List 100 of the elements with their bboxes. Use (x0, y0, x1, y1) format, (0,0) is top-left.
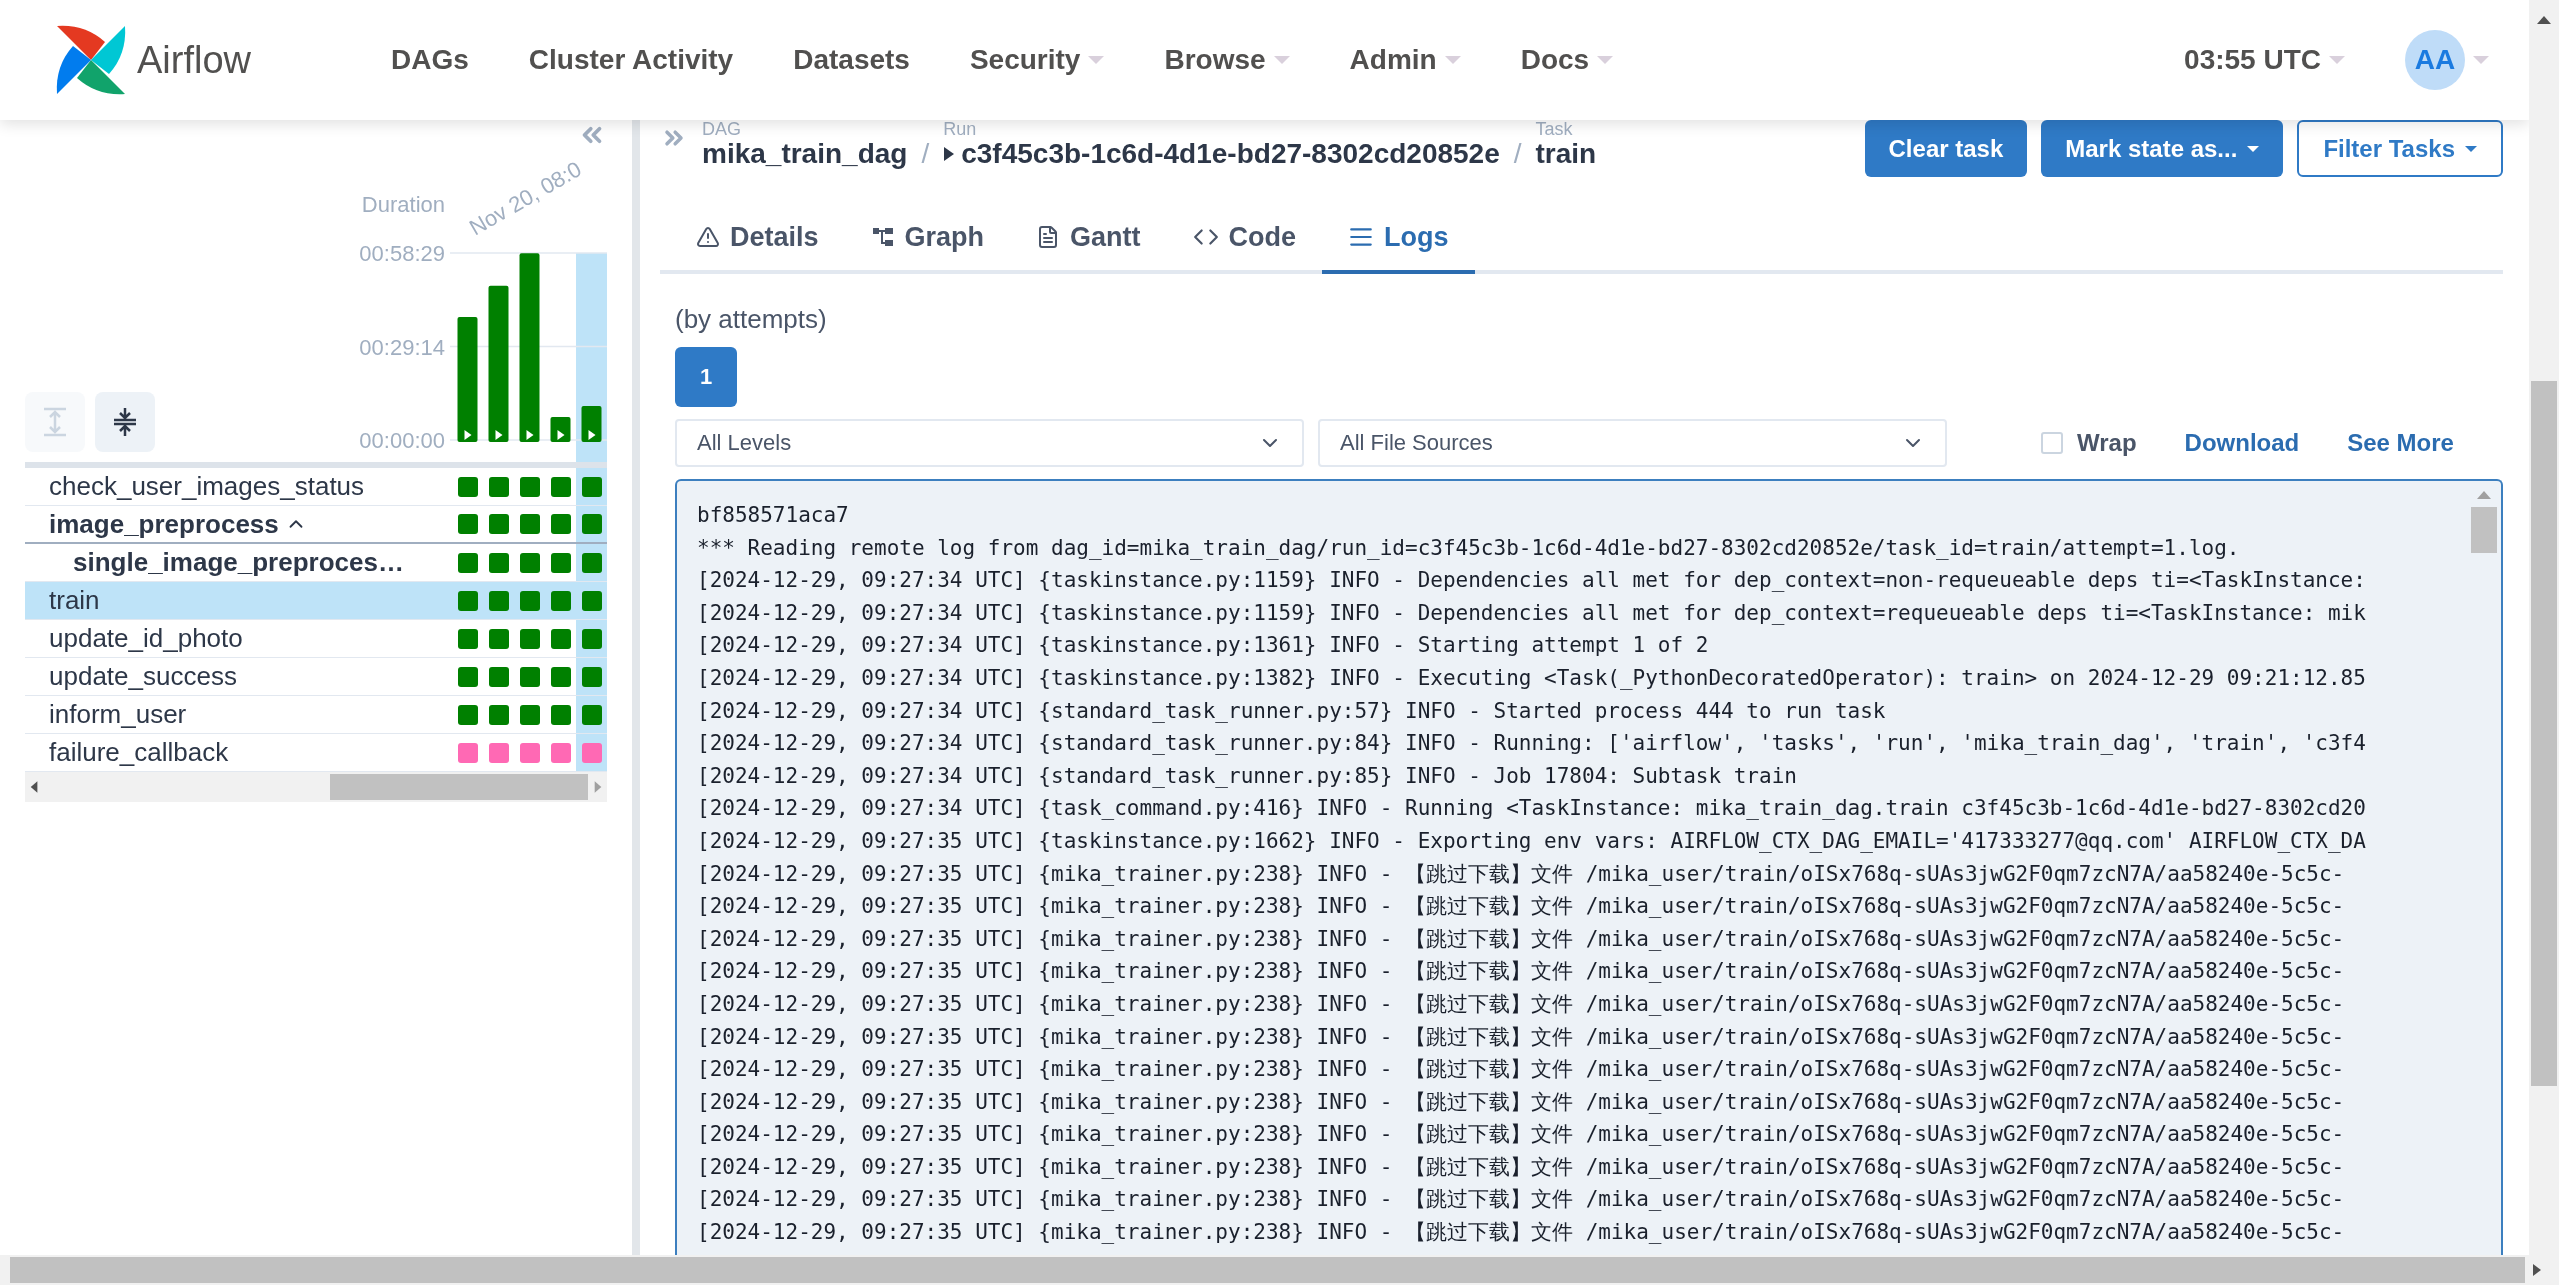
task-status-square[interactable] (519, 552, 540, 573)
collapse-icon (112, 407, 138, 437)
task-status-square[interactable] (488, 628, 509, 649)
task-row[interactable]: check_user_images_status (25, 468, 607, 506)
task-status-square[interactable] (488, 742, 509, 763)
play-icon (464, 430, 472, 440)
task-status-square[interactable] (457, 628, 478, 649)
level-select[interactable]: All Levels (675, 419, 1304, 467)
log-line: [2024-12-29, 09:27:35 UTC] {mika_trainer.py:238} INFO - 【跳过下载】文件 /mika_user/train/oISx768q-sUAs3jwG2F0qm7zcN7A/aa58240e-5c5c- (697, 1153, 2346, 1181)
log-line: [2024-12-29, 09:27:35 UTC] {mika_trainer.py:238} INFO - 【跳过下载】文件 /mika_user/train/oISx768q-sUAs3jwG2F0qm7zcN7A/aa58240e-5c5c- (697, 958, 2346, 986)
horizontal-scrollbar[interactable] (25, 772, 607, 802)
task-status-square[interactable] (581, 590, 602, 611)
duration-bar[interactable] (457, 316, 478, 442)
nav-link[interactable]: Browse (1164, 44, 1290, 76)
log-line: [2024-12-29, 09:27:35 UTC] {mika_trainer.py:238} INFO - 【跳过下载】文件 /mika_user/train/oISx768q-sUAs3jwG2F0qm7zcN7A/aa58240e-5c5c- (697, 1088, 2346, 1116)
attempts-label: (by attempts) (675, 304, 828, 335)
task-status-square[interactable] (488, 476, 509, 497)
breadcrumb-link[interactable]: c3f45c3b-1c6d-4d1e-bd27-8302cd20852e (961, 138, 1500, 170)
log-line: [2024-12-29, 09:27:35 UTC] {mika_trainer.py:238} INFO - 【跳过下载】文件 /mika_user/train/oISx768q-sUAs3jwG2F0qm7zcN7A/aa58240e-5c5c- (697, 1186, 2346, 1214)
selected-task-row[interactable]: train (25, 582, 607, 620)
task-status-square[interactable] (488, 514, 509, 534)
scrollbar-thumb[interactable] (330, 774, 588, 800)
duration-bar[interactable] (488, 285, 509, 442)
y-tick-label: 00:29:14 (359, 334, 445, 360)
task-status-square[interactable] (581, 666, 602, 687)
task-status-square[interactable] (581, 704, 602, 725)
task-status-square[interactable] (519, 666, 540, 687)
nav-link[interactable]: Cluster Activity (528, 44, 734, 76)
action-button[interactable]: Clear task (1864, 120, 2028, 177)
expand-icon (42, 407, 68, 437)
log-line: [2024-12-29, 09:27:34 UTC] {task_command.py:416} INFO - Running <TaskInstance: mika_train_dag.train c3f45c3b-1c6d-4d1e-bd27-8302cd20 (697, 795, 2367, 823)
task-status-square[interactable] (519, 476, 540, 497)
tab[interactable]: Code (1166, 204, 1323, 274)
task-status-square[interactable] (550, 552, 571, 573)
y-tick-label: 00:00:00 (359, 428, 445, 453)
action-button[interactable]: Filter Tasks (2297, 120, 2503, 177)
task-status-square[interactable] (519, 628, 540, 649)
task-row[interactable]: update_id_photo (25, 620, 607, 658)
nav-link[interactable]: Docs (1520, 44, 1614, 76)
task-status-square[interactable] (550, 666, 571, 687)
task-status-square[interactable] (488, 552, 509, 573)
clock-time[interactable]: 03:55 UTC (2184, 44, 2321, 76)
tab[interactable]: Logs (1322, 204, 1475, 274)
task-status-square[interactable] (550, 704, 571, 725)
breadcrumb-link[interactable]: mika_train_dag (702, 138, 908, 170)
task-row[interactable]: image_preprocess (25, 506, 607, 544)
brand-name[interactable]: Airflow (137, 38, 252, 82)
task-status-square[interactable] (457, 552, 478, 573)
scrollbar-thumb[interactable] (2471, 507, 2497, 553)
breadcrumb-label: Task (1535, 120, 1574, 138)
task-status-square[interactable] (457, 476, 478, 497)
task-status-square[interactable] (457, 514, 478, 534)
task-status-square[interactable] (457, 590, 478, 611)
task-status-square[interactable] (581, 552, 602, 573)
task-status-square[interactable] (550, 476, 571, 497)
task-row[interactable]: update_success (25, 658, 607, 696)
log-line: [2024-12-29, 09:27:34 UTC] {taskinstance.py:1361} INFO - Starting attempt 1 of 2 (697, 632, 1710, 660)
file-source-select[interactable]: All File Sources (1318, 419, 1947, 467)
breadcrumb-link[interactable]: train (1535, 138, 1597, 170)
tab[interactable]: Details (670, 204, 845, 274)
task-status-square[interactable] (488, 704, 509, 725)
collapse-all-button[interactable] (95, 392, 155, 452)
action-button[interactable]: Mark state as... (2041, 120, 2284, 177)
log-link[interactable]: Download (2184, 429, 2300, 457)
task-row[interactable]: inform_user (25, 696, 607, 734)
task-status-square[interactable] (519, 514, 540, 534)
scrollbar-thumb[interactable] (2531, 381, 2557, 1086)
tab[interactable]: Graph (844, 204, 1011, 274)
task-name: update_id_photo (49, 623, 243, 654)
task-status-square[interactable] (550, 590, 571, 611)
task-status-square[interactable] (457, 704, 478, 725)
nav-link[interactable]: DAGs (391, 44, 469, 76)
graph-icon (870, 225, 895, 249)
duration-bar[interactable] (550, 417, 571, 442)
task-status-square[interactable] (519, 704, 540, 725)
duration-bar[interactable] (519, 253, 540, 442)
attempt-button[interactable]: 1 (675, 347, 737, 407)
task-status-square[interactable] (519, 590, 540, 611)
task-name: inform_user (49, 699, 187, 730)
task-status-square[interactable] (488, 590, 509, 611)
nav-link[interactable]: Datasets (793, 44, 910, 76)
task-status-square[interactable] (519, 742, 540, 763)
log-link[interactable]: See More (2347, 429, 2454, 457)
task-status-square[interactable] (581, 514, 602, 534)
nav-link[interactable]: Admin (1349, 44, 1461, 76)
task-status-square[interactable] (488, 666, 509, 687)
page-scrollbar[interactable] (2529, 0, 2559, 1255)
task-status-square[interactable] (457, 666, 478, 687)
log-line: *** Reading remote log from dag_id=mika_train_dag/run_id=c3f45c3b-1c6d-4d1e-bd27-8302cd20852e/task_id=train/attempt=1.log. (697, 534, 2241, 562)
tab[interactable]: Gantt (1010, 204, 1167, 274)
task-status-square[interactable] (550, 628, 571, 649)
task-status-square[interactable] (581, 628, 602, 649)
wrap-checkbox[interactable] (2041, 432, 2063, 454)
task-status-square[interactable] (550, 514, 571, 534)
nav-link[interactable]: Security (969, 44, 1105, 76)
log-line: [2024-12-29, 09:27:35 UTC] {mika_trainer.py:238} INFO - 【跳过下载】文件 /mika_user/train/oISx768q-sUAs3jwG2F0qm7zcN7A/aa58240e-5c5c- (697, 1056, 2346, 1084)
task-status-square[interactable] (457, 742, 478, 763)
task-name: image_preprocess (49, 508, 279, 540)
task-status-square[interactable] (581, 476, 602, 497)
task-status-square[interactable] (550, 742, 571, 763)
